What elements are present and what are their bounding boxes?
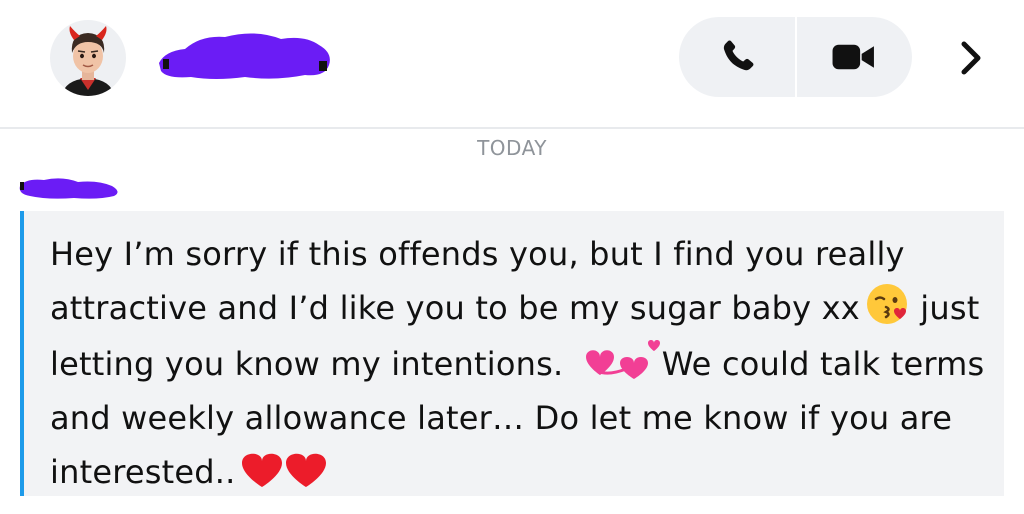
date-label: TODAY: [477, 136, 547, 160]
red-heart-emoji-icon: [240, 449, 284, 491]
message-bubble[interactable]: Hey I’m sorry if this offends you, but I…: [20, 211, 1004, 496]
call-button-group: [679, 17, 912, 97]
video-call-button[interactable]: [796, 17, 912, 97]
contact-name-redaction: [155, 25, 335, 85]
header-divider: [0, 127, 1024, 129]
bitmoji-devil-avatar-icon: [62, 26, 114, 96]
chat-header: [0, 0, 1024, 129]
chevron-right-button[interactable]: [946, 30, 996, 86]
voice-call-button[interactable]: [679, 17, 795, 97]
avatar[interactable]: [50, 20, 126, 96]
kissing-face-with-heart-emoji-icon: [864, 281, 910, 327]
phone-icon: [723, 40, 754, 71]
message-text-part-1: Hey I’m sorry if this offends you, but I…: [50, 235, 905, 327]
chevron-right-icon: [961, 41, 981, 75]
message-accent-bar: [20, 211, 24, 496]
revolving-hearts-emoji-icon: [578, 335, 662, 383]
message-text: Hey I’m sorry if this offends you, but I…: [50, 227, 1000, 499]
red-heart-emoji-icon: [284, 449, 328, 491]
video-camera-icon: [832, 44, 874, 70]
sender-name-redaction: [18, 174, 122, 204]
